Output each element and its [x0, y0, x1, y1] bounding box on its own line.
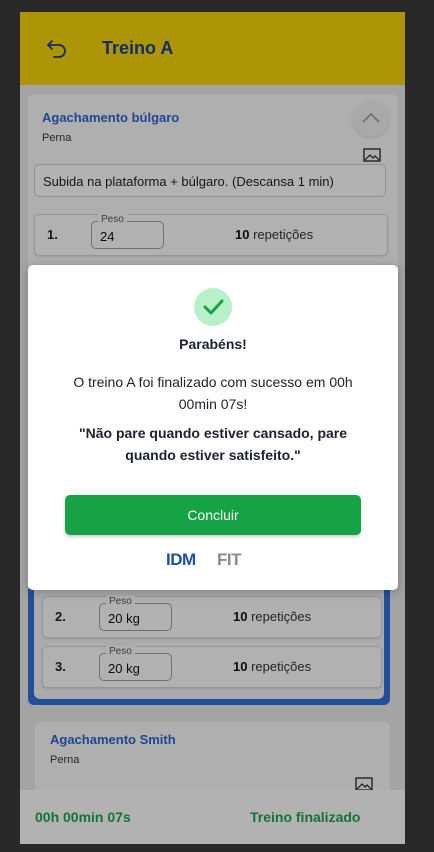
conclude-button[interactable]: Concluir [65, 495, 361, 535]
dialog-message: O treino A foi finalizado com sucesso em… [73, 374, 353, 412]
dialog-title: Parabéns! [179, 336, 247, 352]
idm-fit-logo: IDM FIT [166, 550, 243, 568]
completion-dialog: Parabéns! O treino A foi finalizado com … [28, 265, 398, 590]
svg-text:IDM: IDM [166, 550, 196, 568]
motivational-quote: "Não pare quando estiver cansado, pare q… [78, 425, 348, 463]
success-check-icon [194, 288, 232, 326]
svg-text:FIT: FIT [217, 550, 242, 568]
